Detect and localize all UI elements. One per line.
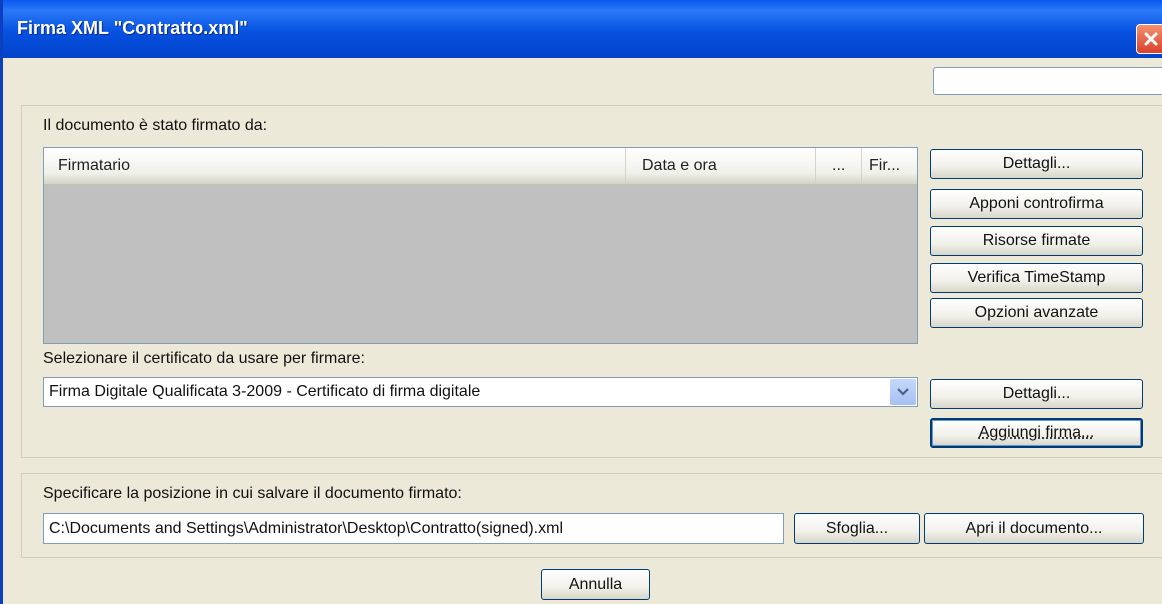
column-header-date-time[interactable]: Data e ora <box>626 148 816 184</box>
cancel-button[interactable]: Annulla <box>541 569 650 600</box>
title-bar: Firma XML "Contratto.xml" <box>3 0 1162 58</box>
dropdown-button[interactable] <box>890 379 916 405</box>
signers-list[interactable]: Firmatario Data e ora ... Fir... <box>43 147 918 344</box>
top-search-field[interactable] <box>933 67 1162 95</box>
close-button[interactable] <box>1136 24 1162 54</box>
signed-resources-button[interactable]: Risorse firmate <box>930 226 1143 256</box>
save-location-label: Specificare la posizione in cui salvare … <box>43 485 462 502</box>
column-header-signer[interactable]: Firmatario <box>44 148 626 184</box>
signers-list-header: Firmatario Data e ora ... Fir... <box>44 148 917 185</box>
verify-timestamp-button[interactable]: Verifica TimeStamp <box>930 263 1143 293</box>
certificate-label: Selezionare il certificato da usare per … <box>43 350 365 367</box>
advanced-options-button[interactable]: Opzioni avanzate <box>930 298 1143 328</box>
sign-xml-dialog: Firma XML "Contratto.xml" Il documento è… <box>0 0 1162 604</box>
open-document-button[interactable]: Apri il documento... <box>924 513 1144 544</box>
signed-by-label: Il documento è stato firmato da: <box>43 117 268 134</box>
certificate-details-button[interactable]: Dettagli... <box>930 379 1143 409</box>
column-header-signature[interactable]: Fir... <box>862 148 917 184</box>
countersign-button[interactable]: Apponi controfirma <box>930 189 1143 219</box>
certificate-select[interactable]: Firma Digitale Qualificata 3-2009 - Cert… <box>43 377 918 407</box>
add-signature-label: Aggiungi firma... <box>978 424 1095 441</box>
browse-button[interactable]: Sfoglia... <box>794 513 920 544</box>
window-title: Firma XML "Contratto.xml" <box>17 18 248 38</box>
close-icon <box>1144 32 1158 46</box>
add-signature-button[interactable]: Aggiungi firma... <box>930 418 1143 448</box>
save-path-input[interactable] <box>43 513 784 544</box>
column-header-more[interactable]: ... <box>816 148 862 184</box>
certificate-selected-value: Firma Digitale Qualificata 3-2009 - Cert… <box>49 383 481 400</box>
chevron-down-icon <box>897 388 909 396</box>
details-button[interactable]: Dettagli... <box>930 149 1143 179</box>
